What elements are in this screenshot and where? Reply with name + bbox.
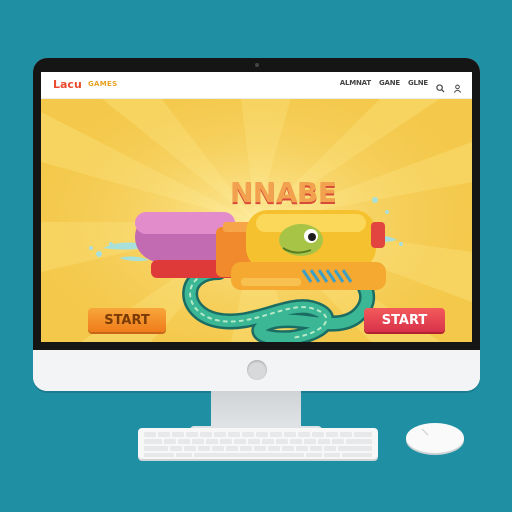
monitor-bezel: Lacu GAMES ALMNAT GANE GLNE NNABE START … <box>33 58 480 350</box>
brand-subtitle: GAMES <box>88 80 118 88</box>
start-button-left[interactable]: START <box>88 308 166 332</box>
power-button[interactable] <box>247 360 267 380</box>
keyboard <box>138 428 378 459</box>
game-title: NNABE <box>230 176 337 209</box>
mouse <box>406 423 464 453</box>
top-navigation-bar: Lacu GAMES ALMNAT GANE GLNE <box>41 72 472 99</box>
nav-link-3[interactable]: GLNE <box>408 79 428 87</box>
monitor: Lacu GAMES ALMNAT GANE GLNE NNABE START … <box>33 58 480 391</box>
user-icon[interactable] <box>453 78 462 93</box>
brand-logo[interactable]: Lacu <box>53 78 82 91</box>
keyboard-keys <box>144 432 372 457</box>
game-screen: Lacu GAMES ALMNAT GANE GLNE NNABE START … <box>41 72 472 342</box>
webcam <box>255 63 259 67</box>
nav-menu: ALMNAT GANE GLNE <box>340 78 462 93</box>
desktop-scene: Lacu GAMES ALMNAT GANE GLNE NNABE START … <box>0 0 512 512</box>
water-gun-illustration <box>135 210 386 290</box>
nav-link-1[interactable]: ALMNAT <box>340 79 371 87</box>
start-button-right[interactable]: START <box>364 308 445 332</box>
search-icon[interactable] <box>436 78 445 93</box>
nav-link-2[interactable]: GANE <box>379 79 400 87</box>
mouse-detail <box>421 428 429 436</box>
monitor-stand <box>211 391 301 430</box>
